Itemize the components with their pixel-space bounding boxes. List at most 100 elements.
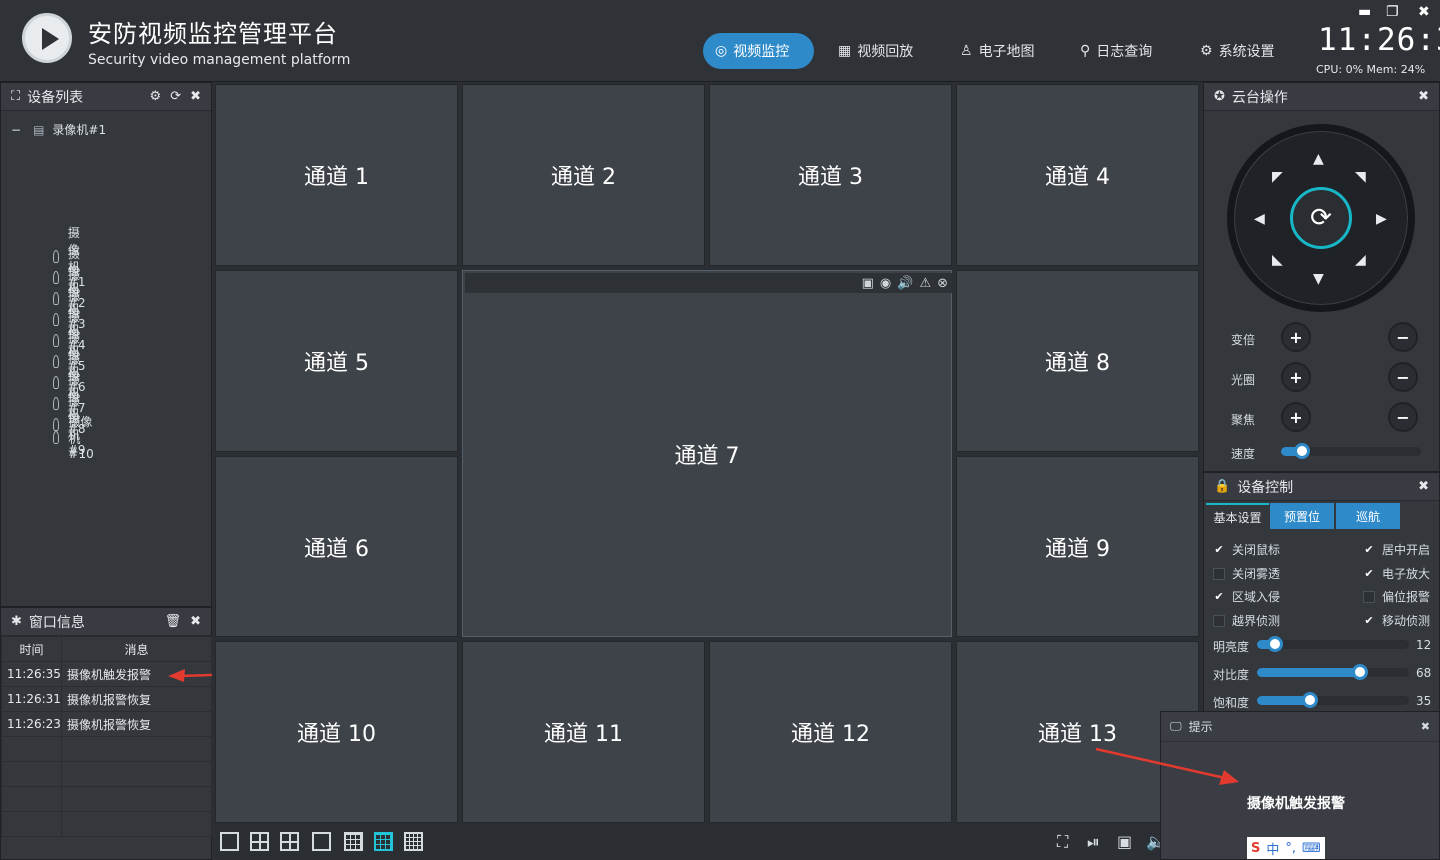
channel-9[interactable]: 通道 9	[956, 456, 1199, 637]
gear-icon: ⚙	[1200, 43, 1213, 59]
channel-8[interactable]: 通道 8	[956, 270, 1199, 452]
ptz-right-icon[interactable]: ▶	[1376, 211, 1387, 227]
setting-slider-0[interactable]	[1257, 636, 1409, 652]
monitor-icon: 🖵	[1170, 719, 1182, 733]
slider-label-0: 明亮度	[1213, 640, 1250, 654]
top-bar: 安防视频监控管理平台 Security video management pla…	[0, 0, 1440, 82]
nav-system-settings[interactable]: ⚙ 系统设置	[1188, 33, 1287, 69]
close-icon[interactable]: ✖	[1418, 89, 1429, 104]
check-5[interactable]: 偏位报警	[1363, 588, 1430, 605]
tree-camera-10[interactable]: 摄像机#10	[53, 413, 98, 461]
trash-icon[interactable]: 🗑	[165, 614, 182, 629]
setting-slider-1[interactable]	[1257, 664, 1409, 680]
setting-slider-2[interactable]	[1257, 692, 1409, 708]
table-row[interactable]: 11:26:23 摄像机报警恢复	[1, 711, 212, 737]
app-subtitle: Security video management platform	[88, 52, 351, 68]
nav-video-monitor[interactable]: ◎ 视频监控	[703, 33, 814, 69]
focus-far-button[interactable]: −	[1388, 402, 1418, 432]
ptz-down-icon[interactable]: ▼	[1313, 271, 1324, 287]
tab-presets[interactable]: 预置位	[1270, 503, 1334, 529]
nav-log-query[interactable]: ⚲ 日志查询	[1068, 33, 1164, 69]
checkmark-icon: ✔	[1214, 543, 1224, 556]
channel-7[interactable]: 通道 7	[462, 270, 952, 637]
snapshot-icon[interactable]: ◉	[880, 276, 891, 291]
ptz-up-left-icon[interactable]: ◤	[1272, 169, 1283, 185]
channel-11[interactable]: 通道 11	[462, 641, 705, 823]
table-row[interactable]: 11:26:31 摄像机报警恢复	[1, 686, 212, 712]
sogou-logo-icon: S	[1251, 840, 1261, 856]
minimize-icon[interactable]: ▬	[1358, 4, 1371, 20]
tab-basic-settings[interactable]: 基本设置	[1206, 503, 1269, 529]
close-icon[interactable]: ✖	[1418, 4, 1430, 20]
ptz-reset-icon[interactable]: ⟳	[1290, 187, 1352, 249]
tree-recorder[interactable]: − ▤ 录像机#1	[11, 121, 106, 138]
layout-16-button[interactable]	[404, 832, 423, 851]
ptz-up-icon[interactable]: ▲	[1313, 151, 1324, 167]
zoom-label: 变倍	[1231, 333, 1256, 347]
close-icon[interactable]: ✖	[190, 614, 201, 629]
settings-icon[interactable]: ⚙	[150, 89, 162, 104]
iris-open-button[interactable]: +	[1281, 362, 1311, 392]
check-6[interactable]: 越界侦测	[1213, 612, 1280, 629]
layout-1-button[interactable]	[220, 832, 239, 851]
check-7[interactable]: ✔ 移动侦测	[1363, 612, 1430, 629]
fullscreen-icon[interactable]: ⛶	[1057, 832, 1068, 852]
restore-icon[interactable]: ❐	[1386, 4, 1399, 20]
channel-12[interactable]: 通道 12	[709, 641, 952, 823]
speed-slider-knob[interactable]	[1294, 443, 1310, 459]
layout-8-button[interactable]	[312, 832, 331, 851]
keyboard-icon: ⌨	[1302, 840, 1321, 856]
map-user-icon: ♙	[960, 43, 973, 59]
slider-value-1: 68	[1416, 666, 1432, 680]
ptz-left-icon[interactable]: ◀	[1254, 211, 1265, 227]
layout-6-button[interactable]	[280, 832, 299, 851]
layout-13-button[interactable]	[374, 832, 393, 851]
focus-near-button[interactable]: +	[1281, 402, 1311, 432]
network-icon: ⛶	[11, 89, 21, 104]
channel-2[interactable]: 通道 2	[462, 84, 705, 266]
bug-icon: ✱	[11, 614, 22, 629]
camera-icon: ◎	[715, 43, 728, 59]
playback-icon[interactable]: ⏯	[1087, 832, 1100, 852]
nav-video-playback[interactable]: ▦ 视频回放	[826, 33, 925, 69]
iris-close-button[interactable]: −	[1388, 362, 1418, 392]
channel-1[interactable]: 通道 1	[215, 84, 458, 266]
toast-close-icon[interactable]: ✖	[1421, 720, 1430, 733]
toast-message: 摄像机触发报警	[1247, 796, 1345, 812]
ptz-up-right-icon[interactable]: ◥	[1355, 169, 1366, 185]
record-icon[interactable]: ▣	[862, 276, 874, 291]
check-1[interactable]: ✔ 居中开启	[1363, 541, 1430, 558]
speed-slider[interactable]	[1281, 443, 1421, 459]
close-channel-icon[interactable]: ⊗	[937, 276, 948, 291]
recorder-icon: ▤	[33, 122, 45, 137]
check-0[interactable]: ✔ 关闭鼠标	[1213, 541, 1280, 558]
punctuation-icon: °,	[1285, 840, 1297, 856]
tab-cruise[interactable]: 巡航	[1336, 503, 1400, 529]
close-icon[interactable]: ✖	[190, 89, 201, 104]
iris-label: 光圈	[1231, 373, 1256, 387]
zoom-in-button[interactable]: +	[1281, 322, 1311, 352]
check-3[interactable]: ✔ 电子放大	[1363, 565, 1430, 582]
channel-3[interactable]: 通道 3	[709, 84, 952, 266]
record-all-icon[interactable]: ▣	[1117, 832, 1132, 851]
nav-e-map[interactable]: ♙ 电子地图	[948, 33, 1047, 69]
channel-6[interactable]: 通道 6	[215, 456, 458, 637]
check-4[interactable]: ✔ 区域入侵	[1213, 588, 1280, 605]
ptz-down-left-icon[interactable]: ◣	[1272, 252, 1283, 268]
ime-toolbar[interactable]: S 中 °, ⌨	[1247, 837, 1325, 859]
app-title: 安防视频监控管理平台	[88, 20, 338, 48]
layout-4-button[interactable]	[250, 832, 269, 851]
close-icon[interactable]: ✖	[1418, 479, 1429, 494]
refresh-icon[interactable]: ⟳	[170, 89, 181, 104]
channel-10[interactable]: 通道 10	[215, 641, 458, 823]
layout-9-button[interactable]	[344, 832, 363, 851]
ptz-down-right-icon[interactable]: ◢	[1355, 252, 1366, 268]
audio-icon[interactable]: 🔊	[897, 276, 913, 291]
alarm-icon[interactable]: ⚠	[919, 276, 931, 291]
channel-4[interactable]: 通道 4	[956, 84, 1199, 266]
check-2[interactable]: 关闭雾透	[1213, 565, 1280, 582]
channel-5[interactable]: 通道 5	[215, 270, 458, 452]
zoom-out-button[interactable]: −	[1388, 322, 1418, 352]
collapse-icon[interactable]: −	[11, 123, 21, 137]
slider-fill	[1257, 668, 1361, 677]
